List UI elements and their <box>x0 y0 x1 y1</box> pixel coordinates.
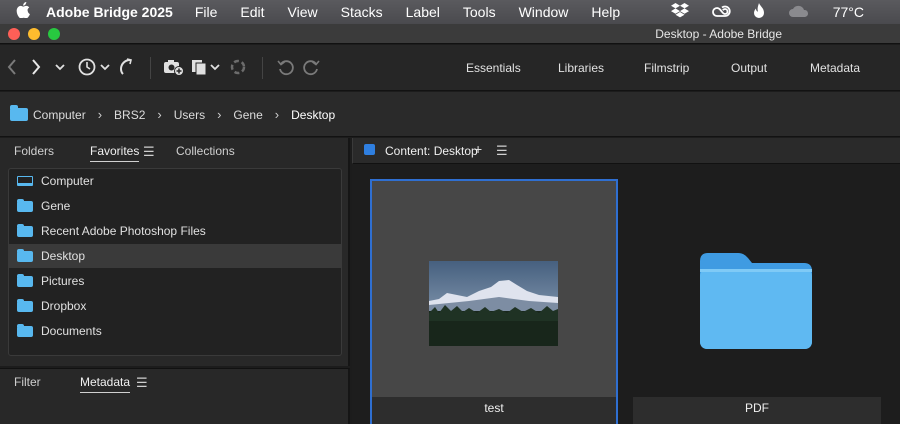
folder-icon <box>17 323 33 337</box>
breadcrumb-desktop[interactable]: Desktop <box>291 108 335 122</box>
chevron-down-icon[interactable] <box>54 55 66 79</box>
chevron-right-icon[interactable]: › <box>275 107 279 122</box>
creative-cloud-icon[interactable] <box>711 4 731 21</box>
favorite-label: Computer <box>41 174 94 188</box>
status-area: 77°C <box>649 0 900 24</box>
rotate-right-icon[interactable] <box>301 55 321 79</box>
breadcrumb-brs2[interactable]: BRS2 <box>114 108 145 122</box>
image-thumbnail <box>429 261 558 346</box>
favorite-item-pictures[interactable]: Pictures <box>9 269 341 293</box>
panel-menu-icon[interactable]: ☰ <box>136 375 148 391</box>
panel-color-square <box>364 144 375 155</box>
favorite-item-recent-photoshop[interactable]: Recent Adobe Photoshop Files <box>9 219 341 243</box>
folder-icon <box>17 273 33 287</box>
flame-icon[interactable] <box>753 2 765 22</box>
rotate-left-icon[interactable] <box>276 55 296 79</box>
favorites-list: Computer Gene Recent Adobe Photoshop Fil… <box>8 168 342 356</box>
content-panel: Content: Desktop + ☰ test PDF <box>352 138 900 424</box>
chevron-right-icon[interactable]: › <box>157 107 161 122</box>
workspace-output[interactable]: Output <box>731 61 767 75</box>
app-menu[interactable]: Adobe Bridge 2025 <box>46 4 173 20</box>
breadcrumb-users[interactable]: Users <box>174 108 205 122</box>
tab-favorites[interactable]: Favorites <box>90 144 140 162</box>
breadcrumb: Computer › BRS2 › Users › Gene › Desktop <box>10 105 335 122</box>
window-title-bar: Desktop - Adobe Bridge <box>0 24 900 44</box>
workspace-essentials[interactable]: Essentials <box>466 61 521 75</box>
apple-menu-icon[interactable] <box>0 1 46 22</box>
menu-view[interactable]: View <box>288 4 318 20</box>
breadcrumb-gene[interactable]: Gene <box>233 108 262 122</box>
dropbox-icon[interactable] <box>670 3 689 21</box>
tab-folders[interactable]: Folders <box>14 144 54 158</box>
menu-stacks[interactable]: Stacks <box>341 4 383 20</box>
favorite-label: Dropbox <box>41 299 87 313</box>
favorite-label: Desktop <box>41 249 86 263</box>
folder-icon <box>17 298 33 312</box>
temperature-readout: 77°C <box>832 4 864 20</box>
favorite-item-documents[interactable]: Documents <box>9 319 341 343</box>
menu-file[interactable]: File <box>195 4 218 20</box>
favorite-label: Documents <box>41 324 102 338</box>
favorite-label: Gene <box>41 199 71 213</box>
panel-menu-icon[interactable]: ☰ <box>496 143 508 159</box>
computer-icon <box>17 176 33 186</box>
menu-window[interactable]: Window <box>519 4 569 20</box>
thumbnail-pdf-folder[interactable] <box>633 179 881 397</box>
chevron-right-icon[interactable]: › <box>217 107 221 122</box>
panel-menu-icon[interactable]: ☰ <box>143 144 155 160</box>
thumbnail-label[interactable]: PDF <box>633 397 881 424</box>
workspace-filmstrip[interactable]: Filmstrip <box>644 61 689 75</box>
cloud-weather-icon <box>787 4 811 21</box>
sync-icon[interactable] <box>229 55 247 79</box>
menu-help[interactable]: Help <box>591 4 620 20</box>
folder-icon <box>10 105 28 121</box>
folder-icon <box>696 251 816 353</box>
tab-collections[interactable]: Collections <box>176 144 235 158</box>
workspace-metadata[interactable]: Metadata <box>810 61 860 75</box>
tab-metadata[interactable]: Metadata <box>80 375 131 393</box>
back-arrow-icon[interactable] <box>6 55 18 79</box>
folder-icon <box>17 198 33 212</box>
path-bar: Computer › BRS2 › Users › Gene › Desktop <box>0 92 900 137</box>
thumbnail-test[interactable] <box>370 179 618 397</box>
favorite-item-desktop[interactable]: Desktop <box>9 244 341 268</box>
favorites-panel: Folders Favorites ☰ Collections Computer… <box>0 138 350 366</box>
main-toolbar: Essentials Libraries Filmstrip Output Me… <box>0 45 900 91</box>
content-panel-title[interactable]: Content: Desktop <box>385 144 478 158</box>
content-panel-header: Content: Desktop + ☰ <box>352 138 900 164</box>
workspace-libraries[interactable]: Libraries <box>558 61 604 75</box>
thumbnail-label[interactable]: test <box>370 397 618 424</box>
recent-history-icon[interactable] <box>77 55 111 79</box>
panel-tabs: Folders Favorites ☰ Collections <box>0 138 350 164</box>
macos-menu-bar: Adobe Bridge 2025 File Edit View Stacks … <box>0 0 900 24</box>
menu-label[interactable]: Label <box>406 4 440 20</box>
camera-import-icon[interactable] <box>163 55 185 79</box>
minimize-window-button[interactable] <box>28 28 40 40</box>
favorite-label: Recent Adobe Photoshop Files <box>41 224 206 238</box>
close-window-button[interactable] <box>8 28 20 40</box>
favorite-item-computer[interactable]: Computer <box>9 169 341 193</box>
breadcrumb-computer[interactable]: Computer <box>33 108 86 122</box>
favorite-label: Pictures <box>41 274 85 288</box>
add-tab-icon[interactable]: + <box>474 141 482 157</box>
favorite-item-dropbox[interactable]: Dropbox <box>9 294 341 318</box>
window-title: Desktop - Adobe Bridge <box>655 27 782 41</box>
menu-edit[interactable]: Edit <box>240 4 264 20</box>
forward-arrow-icon[interactable] <box>30 55 42 79</box>
folder-icon <box>17 223 33 237</box>
return-to-photoshop-icon[interactable] <box>117 55 133 79</box>
favorite-item-gene[interactable]: Gene <box>9 194 341 218</box>
refine-stack-icon[interactable] <box>190 55 222 79</box>
menu-tools[interactable]: Tools <box>463 4 496 20</box>
tab-filter[interactable]: Filter <box>14 375 41 389</box>
folder-icon <box>17 248 33 262</box>
chevron-right-icon[interactable]: › <box>98 107 102 122</box>
zoom-window-button[interactable] <box>48 28 60 40</box>
filter-metadata-panel: Filter Metadata ☰ <box>0 368 350 424</box>
